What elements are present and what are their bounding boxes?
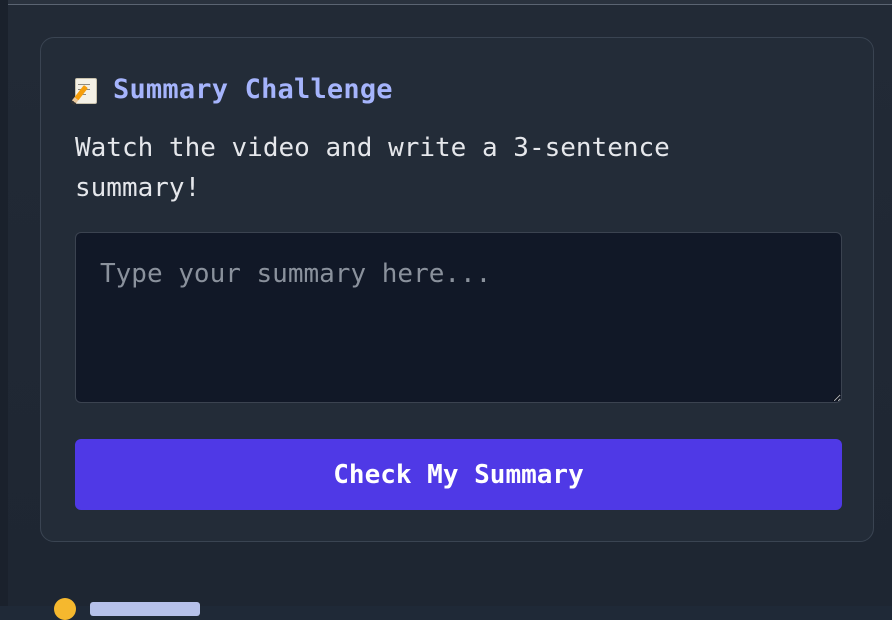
check-summary-button[interactable]: Check My Summary — [75, 439, 842, 510]
summary-challenge-card: Summary Challenge Watch the video and wr… — [40, 37, 874, 542]
card-heading: Summary Challenge — [70, 74, 393, 105]
card-title: Summary Challenge — [113, 74, 393, 105]
left-edge — [0, 0, 8, 606]
top-divider — [8, 0, 892, 5]
next-section-peek — [54, 598, 200, 620]
next-section-heading-fragment — [90, 602, 200, 616]
memo-icon — [70, 77, 99, 105]
coin-icon — [54, 598, 76, 620]
summary-input[interactable] — [75, 232, 842, 403]
card-description: Watch the video and write a 3-sentence s… — [75, 133, 670, 203]
